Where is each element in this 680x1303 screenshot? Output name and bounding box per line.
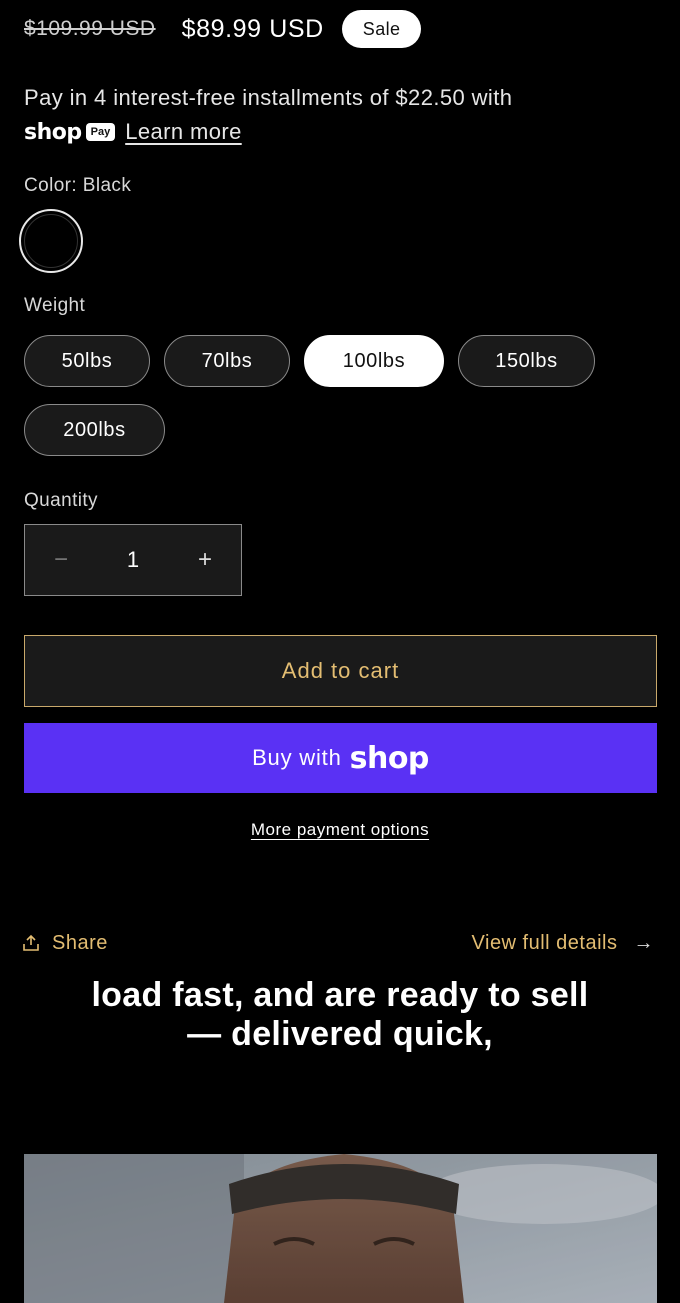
color-swatch-black[interactable] [19,209,83,273]
learn-more-link[interactable]: Learn more [125,119,242,145]
add-to-cart-button[interactable]: Add to cart [24,635,657,707]
color-label: Color: Black [24,175,132,196]
caption-line-1: load fast, and are ready to sell [91,976,589,1014]
quantity-increase-button[interactable]: + [169,525,241,595]
original-price: $109.99 USD [24,17,156,40]
shop-pay-logo: shop [24,119,82,145]
shop-logo: shop [349,740,430,776]
weight-option-150lbs[interactable]: 150lbs [458,335,595,387]
quantity-input[interactable]: 1 [127,547,139,573]
shop-pay-line: shop Pay Learn more [24,116,242,148]
video-caption: load fast, and are ready to sell — deliv… [0,976,680,1054]
weight-option-100lbs[interactable]: 100lbs [304,335,444,387]
buy-with-label: Buy with [252,745,342,770]
caption-line-2: — delivered quick, [187,1015,493,1053]
weight-option-50lbs[interactable]: 50lbs [24,335,150,387]
share-button[interactable]: Share [22,928,108,958]
price-row: $109.99 USD $89.99 USD Sale [24,10,422,48]
product-photo [24,1154,657,1303]
quantity-label: Quantity [24,490,98,511]
view-full-details-link[interactable]: View full details → [472,928,654,958]
weight-option-200lbs[interactable]: 200lbs [24,404,165,456]
arrow-right-icon: → [633,931,654,954]
weight-label: Weight [24,295,86,316]
quantity-stepper: − 1 + [24,524,242,596]
more-payment-options-link[interactable]: More payment options [251,820,429,839]
weight-option-70lbs[interactable]: 70lbs [164,335,290,387]
photo-illustration [24,1154,657,1303]
pay-badge: Pay [85,123,116,141]
buy-with-shop-button[interactable]: Buy with shop [24,723,657,793]
more-payment-options-row: More payment options [0,820,680,840]
share-icon [23,934,39,951]
sale-price: $89.99 USD [181,14,324,43]
view-full-details-label: View full details [471,931,618,954]
share-label: Share [52,931,108,954]
quantity-decrease-button[interactable]: − [25,525,97,595]
color-swatch-fill [24,214,78,268]
sale-badge: Sale [341,10,422,48]
installments-text: Pay in 4 interest-free installments of $… [24,85,513,110]
